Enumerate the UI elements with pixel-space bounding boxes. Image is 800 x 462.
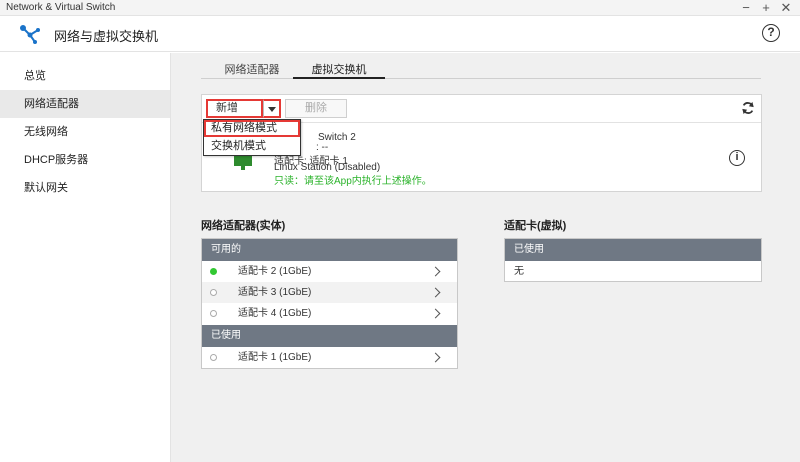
app-title: 网络与虚拟交换机 bbox=[54, 29, 159, 44]
help-icon[interactable]: ? bbox=[762, 24, 780, 42]
readonly-note: 只读：请至该App内执行上述操作。 bbox=[274, 176, 432, 187]
adapter-row[interactable]: 适配卡 2 (1GbE) bbox=[202, 261, 457, 282]
sidebar-item-wireless[interactable]: 无线网络 bbox=[0, 118, 170, 146]
status-dot-icon bbox=[210, 268, 217, 275]
maximize-button[interactable]: + bbox=[758, 0, 774, 16]
chevron-right-icon bbox=[430, 352, 441, 363]
adapter-label: 适配卡 3 (1GbE) bbox=[238, 287, 312, 298]
virtual-adapters-title: 适配卡(虚拟) bbox=[504, 220, 567, 232]
adapter-row[interactable]: 适配卡 4 (1GbE) bbox=[202, 303, 457, 324]
app-header: 网络与虚拟交换机 ? bbox=[0, 16, 800, 52]
sidebar-item-dhcp-server[interactable]: DHCP服务器 bbox=[0, 146, 170, 174]
sidebar-item-overview[interactable]: 总览 bbox=[0, 62, 170, 90]
sidebar-item-default-gateway[interactable]: 默认网关 bbox=[0, 174, 170, 202]
adapter-row[interactable]: 适配卡 1 (1GbE) bbox=[202, 347, 457, 368]
window-titlebar: Network & Virtual Switch − + ✕ bbox=[0, 0, 800, 16]
available-header: 可用的 bbox=[202, 239, 457, 261]
virtual-used-header: 已使用 bbox=[505, 239, 761, 261]
physical-adapters-panel: 可用的 适配卡 2 (1GbE) 适配卡 3 (1GbE) 适配卡 4 (1Gb… bbox=[201, 238, 458, 369]
add-mode-dropdown: 私有网络模式 交换机模式 bbox=[203, 119, 301, 156]
network-switch-logo-icon bbox=[20, 25, 40, 44]
add-dropdown-toggle[interactable] bbox=[263, 99, 281, 118]
virtual-adapters-panel: 已使用 无 bbox=[504, 238, 762, 282]
tab-network-adapters[interactable]: 网络适配器 bbox=[211, 62, 293, 79]
status-dot-icon bbox=[210, 289, 217, 296]
sidebar-item-network-adapters[interactable]: 网络适配器 bbox=[0, 90, 170, 118]
tab-virtual-switch[interactable]: 虚拟交换机 bbox=[293, 62, 385, 79]
chevron-right-icon bbox=[430, 287, 441, 298]
status-dot-icon bbox=[210, 310, 217, 317]
window-title: Network & Virtual Switch bbox=[6, 2, 116, 13]
menu-item-switch-mode[interactable]: 交换机模式 bbox=[204, 138, 300, 155]
status-dot-icon bbox=[210, 354, 217, 361]
menu-item-private-network-mode[interactable]: 私有网络模式 bbox=[204, 120, 300, 137]
tab-bar: 网络适配器 虚拟交换机 bbox=[201, 62, 761, 79]
adapter-label: 适配卡 4 (1GbE) bbox=[238, 308, 312, 319]
empty-label: 无 bbox=[514, 266, 524, 277]
chevron-right-icon bbox=[430, 266, 441, 277]
delete-button[interactable]: 删除 bbox=[285, 99, 347, 118]
adapter-row[interactable]: 适配卡 3 (1GbE) bbox=[202, 282, 457, 303]
info-icon[interactable]: i bbox=[729, 150, 745, 166]
chevron-right-icon bbox=[430, 308, 441, 319]
sidebar: 总览 网络适配器 无线网络 DHCP服务器 默认网关 bbox=[0, 53, 171, 462]
adapter-label: 适配卡 2 (1GbE) bbox=[238, 266, 312, 277]
refresh-icon[interactable] bbox=[741, 101, 755, 115]
add-button[interactable]: 新增 bbox=[206, 99, 263, 118]
used-header: 已使用 bbox=[202, 325, 457, 347]
minimize-button[interactable]: − bbox=[738, 0, 754, 16]
physical-adapters-title: 网络适配器(实体) bbox=[201, 220, 286, 232]
close-button[interactable]: ✕ bbox=[778, 0, 794, 16]
adapter-label: 适配卡 1 (1GbE) bbox=[238, 352, 312, 363]
